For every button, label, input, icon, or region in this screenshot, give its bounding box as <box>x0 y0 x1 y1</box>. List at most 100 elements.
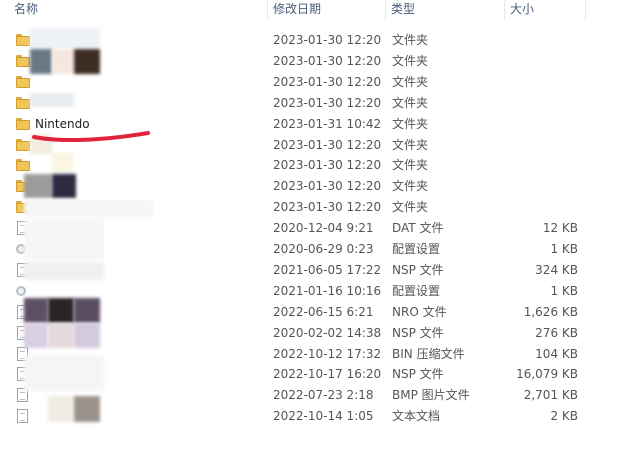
censor-block <box>24 262 104 280</box>
censor-block <box>24 298 48 323</box>
modified-date: 2023-01-30 12:20 <box>273 200 382 215</box>
folder-icon <box>16 34 30 46</box>
column-header-date[interactable]: 修改日期 <box>271 0 385 20</box>
file-size: 276 KB <box>535 325 578 340</box>
file-size: 2 KB <box>550 409 578 424</box>
file-type: 文件夹 <box>392 116 429 131</box>
censor-block <box>74 396 100 422</box>
folder-icon <box>16 96 30 109</box>
censor-block <box>30 93 74 107</box>
file-name <box>35 72 265 93</box>
folder-icon <box>16 159 30 172</box>
censor-block <box>30 49 52 74</box>
file-type: 文本文档 <box>392 409 441 424</box>
file-type: DAT 文件 <box>392 221 444 236</box>
censor-block <box>48 396 74 422</box>
censor-block <box>24 200 154 218</box>
modified-date: 2022-07-23 2:18 <box>273 388 374 403</box>
file-size: 2,701 KB <box>523 388 578 403</box>
modified-date: 2022-10-14 1:05 <box>273 409 374 424</box>
folder-row[interactable]: 2023-01-30 12:20 文件夹 <box>0 155 640 176</box>
censor-block <box>74 298 100 323</box>
column-header-type[interactable]: 类型 <box>389 0 502 20</box>
censor-block <box>30 28 100 48</box>
file-type: 文件夹 <box>392 179 429 194</box>
modified-date: 2023-01-30 12:20 <box>273 33 382 47</box>
folder-icon <box>16 117 30 130</box>
file-type: NSP 文件 <box>392 262 444 277</box>
file-size: 16,079 KB <box>516 367 578 382</box>
file-type: 配置设置 <box>392 242 441 256</box>
modified-date: 2023-01-30 12:20 <box>273 179 382 194</box>
censor-block <box>52 152 74 172</box>
modified-date: 2023-01-30 12:20 <box>273 74 382 89</box>
file-size <box>502 114 578 135</box>
column-divider[interactable] <box>385 0 386 20</box>
file-size <box>502 30 578 51</box>
file-size <box>502 197 578 218</box>
file-size: 1 KB <box>550 242 578 256</box>
censor-block <box>24 323 48 348</box>
file-type: NSP 文件 <box>392 325 444 340</box>
censor-block <box>48 298 74 323</box>
modified-date: 2022-10-17 16:20 <box>273 367 382 382</box>
file-size: 104 KB <box>535 346 578 361</box>
folder-row[interactable]: 2023-01-30 12:20 文件夹 <box>0 93 640 114</box>
file-size: 1,626 KB <box>523 304 578 319</box>
column-divider[interactable] <box>504 0 505 20</box>
modified-date: 2023-01-30 12:20 <box>273 95 382 110</box>
file-size <box>502 155 578 176</box>
folder-row[interactable]: 2023-01-30 12:20 文件夹 <box>0 72 640 93</box>
modified-date: 2022-10-12 17:32 <box>273 346 382 361</box>
file-type: 文件夹 <box>392 74 429 89</box>
file-type: 配置设置 <box>392 283 441 298</box>
file-type: 文件夹 <box>392 53 429 68</box>
file-size: 1 KB <box>550 283 578 298</box>
file-size: 324 KB <box>535 262 578 277</box>
config-file-icon <box>16 285 26 296</box>
file-type: 文件夹 <box>392 137 429 152</box>
file-size <box>502 176 578 197</box>
modified-date: 2023-01-31 10:42 <box>273 116 382 131</box>
modified-date: 2020-06-29 0:23 <box>273 242 374 256</box>
censor-block <box>74 323 100 348</box>
modified-date: 2020-12-04 9:21 <box>273 221 374 236</box>
file-size <box>502 72 578 93</box>
modified-date: 2021-01-16 10:16 <box>273 283 382 298</box>
modified-date: 2022-06-15 6:21 <box>273 304 374 319</box>
file-type: 文件夹 <box>392 95 429 110</box>
column-header-size[interactable]: 大小 <box>508 0 584 20</box>
censor-block <box>52 174 76 198</box>
censor-block <box>24 220 104 260</box>
column-divider[interactable] <box>267 0 268 20</box>
file-type: BMP 图片文件 <box>392 388 470 403</box>
file-size <box>502 93 578 114</box>
column-divider[interactable] <box>585 0 586 20</box>
file-size <box>502 135 578 156</box>
censor-block <box>52 49 74 74</box>
folder-icon <box>16 138 30 151</box>
modified-date: 2021-06-05 17:22 <box>273 262 382 277</box>
red-underline-annotation <box>32 131 150 143</box>
file-type: 文件夹 <box>392 158 429 173</box>
file-type: 文件夹 <box>392 33 429 47</box>
file-type: NSP 文件 <box>392 367 444 382</box>
file-size <box>502 51 578 72</box>
file-type: BIN 压缩文件 <box>392 346 465 361</box>
column-header-name[interactable]: 名称 <box>12 0 267 20</box>
censor-block <box>24 355 104 391</box>
folder-icon <box>16 75 30 88</box>
modified-date: 2023-01-30 12:20 <box>273 53 382 68</box>
column-header-bar: 名称 修改日期 类型 大小 <box>0 0 640 20</box>
file-icon <box>17 409 28 424</box>
file-type: 文件夹 <box>392 200 429 215</box>
folder-icon <box>16 54 30 67</box>
censor-block <box>24 174 52 198</box>
modified-date: 2020-02-02 14:38 <box>273 325 382 340</box>
modified-date: 2023-01-30 12:20 <box>273 158 382 173</box>
censor-block <box>48 323 74 348</box>
folder-row[interactable]: 2023-01-30 12:20 文件夹 <box>0 176 640 197</box>
file-size: 12 KB <box>542 221 578 236</box>
modified-date: 2023-01-30 12:20 <box>273 137 382 152</box>
censor-block <box>74 49 100 74</box>
